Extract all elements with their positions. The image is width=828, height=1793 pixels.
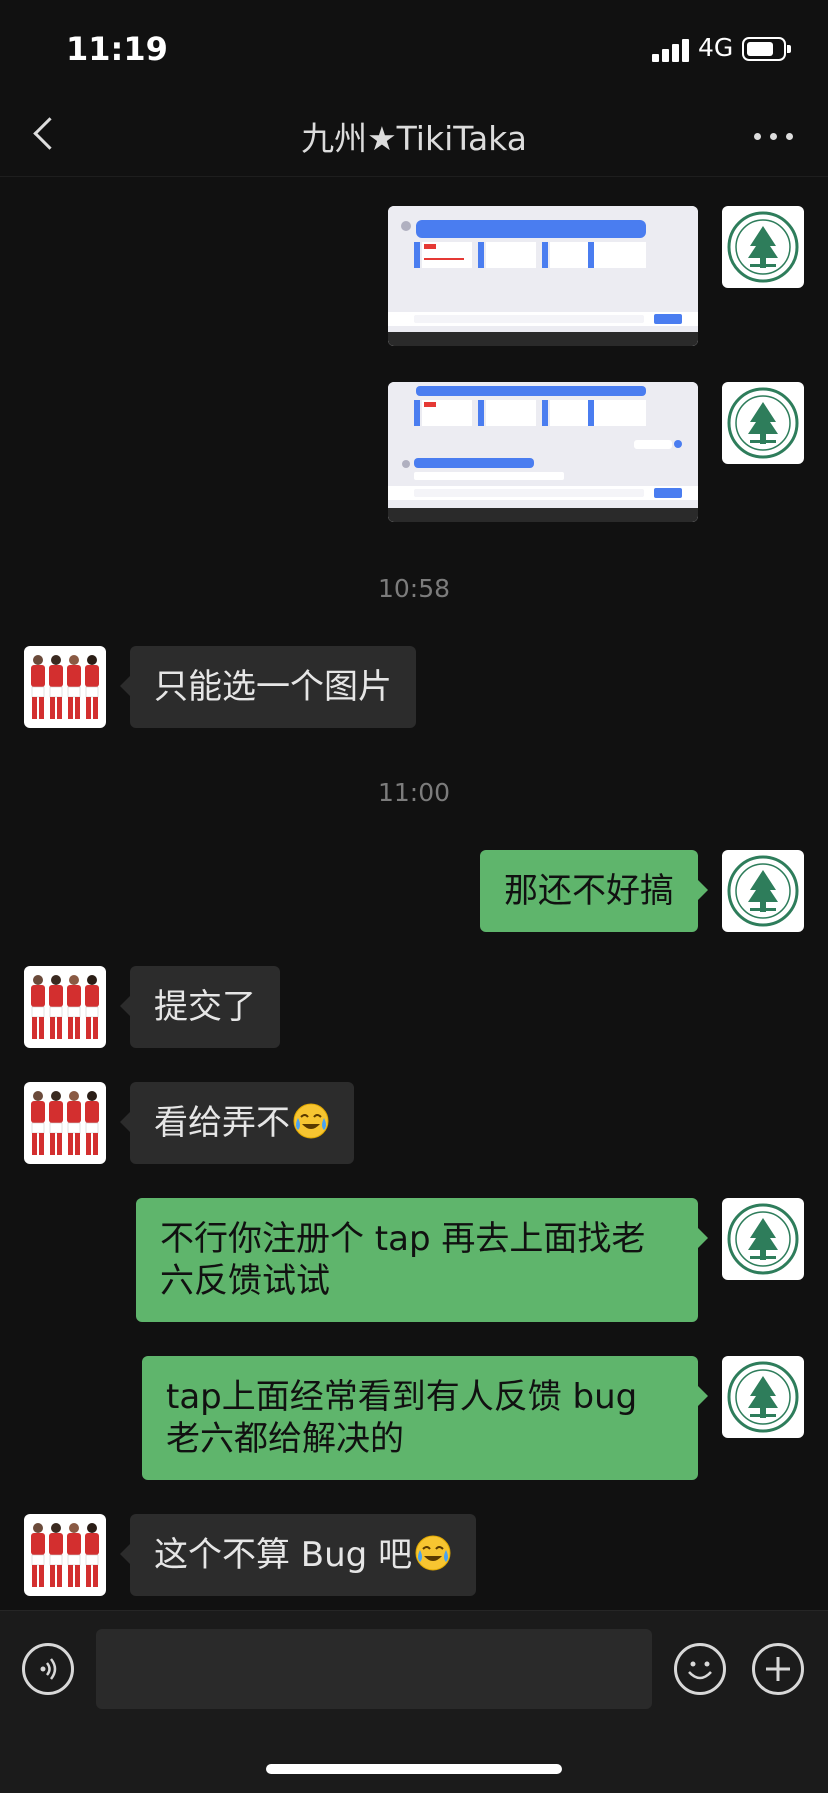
avatar-other[interactable] [24, 646, 106, 728]
timestamp: 10:58 [377, 574, 451, 603]
message-text: 看给弄不 [154, 1103, 290, 1143]
avatar-me[interactable] [722, 850, 804, 932]
avatar-me[interactable] [722, 206, 804, 288]
battery-icon [742, 37, 791, 61]
chat-messages[interactable]: 10:58 只能选一个图片 11:00 那还不好搞 提交了 看给弄不 不行你注册… [0, 176, 828, 1610]
status-bar: 11:19 4G [0, 0, 828, 96]
message-bubble[interactable]: 这个不算 Bug 吧 [119, 1514, 477, 1596]
home-indicator[interactable] [266, 1764, 562, 1774]
ellipsis-icon[interactable] [748, 126, 800, 148]
crying-laughing-emoji-icon [293, 1103, 329, 1139]
screenshot-thumbnail [388, 382, 698, 522]
smiley-icon[interactable] [674, 1643, 726, 1695]
avatar-me[interactable] [722, 1198, 804, 1280]
message-bubble[interactable]: 只能选一个图片 [120, 646, 416, 728]
avatar-other[interactable] [24, 1082, 106, 1164]
cellular-signal-icon [652, 38, 692, 62]
message-bubble[interactable]: 那还不好搞 [480, 850, 708, 932]
avatar-other[interactable] [24, 966, 106, 1048]
status-time: 11:19 [66, 30, 168, 68]
avatar-me[interactable] [722, 1356, 804, 1438]
message-bubble[interactable]: tap上面经常看到有人反馈 bug 老六都给解决的 [142, 1356, 708, 1480]
image-message[interactable] [388, 382, 698, 522]
message-bubble[interactable]: 不行你注册个 tap 再去上面找老六反馈试试 [136, 1198, 708, 1322]
screenshot-thumbnail [388, 206, 698, 346]
message-bubble[interactable]: 提交了 [120, 966, 280, 1048]
message-input[interactable] [96, 1629, 652, 1709]
plus-icon[interactable] [752, 1643, 804, 1695]
nav-bar: 九州★TikiTaka [0, 96, 828, 177]
chat-title: 九州★TikiTaka [301, 119, 527, 158]
voice-icon[interactable] [22, 1643, 74, 1695]
avatar-me[interactable] [722, 382, 804, 464]
message-text: 这个不算 Bug 吧 [154, 1535, 413, 1575]
crying-laughing-emoji-icon [415, 1535, 452, 1571]
network-type: 4G [698, 33, 734, 62]
timestamp: 11:00 [377, 778, 451, 807]
message-bubble[interactable]: 看给弄不 [120, 1082, 354, 1164]
avatar-other[interactable] [24, 1514, 106, 1596]
image-message[interactable] [388, 206, 698, 346]
